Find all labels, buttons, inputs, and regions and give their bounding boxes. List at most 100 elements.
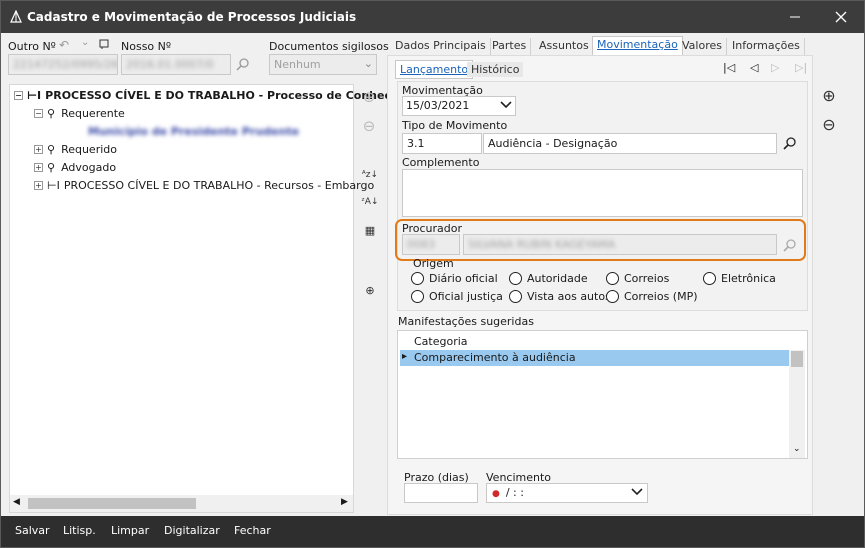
first-record-icon[interactable]: |◁ [723, 61, 735, 74]
scroll-thumb[interactable] [791, 351, 803, 367]
bookmark-icon[interactable] [99, 39, 109, 50]
horizontal-scrollbar[interactable]: ◀ ▶ [10, 495, 353, 512]
salvar-button[interactable]: Salvar [15, 524, 50, 537]
digitalizar-button[interactable]: Digitalizar [164, 524, 220, 537]
chevron-down-icon[interactable] [631, 488, 643, 496]
tree-item-advogado[interactable]: + ⚲ Advogado [34, 159, 116, 175]
sigilosos-select[interactable]: Nenhum ⌄ [269, 54, 377, 75]
last-record-icon[interactable]: ▷| [795, 61, 807, 74]
scroll-right-icon[interactable]: ▶ [341, 497, 348, 507]
movimentacao-date-field[interactable]: 15/03/2021 [402, 96, 516, 116]
outro-value: 22147252/0995/260494 [13, 58, 118, 71]
person-icon: ⚲ [47, 160, 56, 174]
process-tree[interactable]: − ⊢I PROCESSO CÍVEL E DO TRABALHO - Proc… [9, 84, 406, 513]
manifestacoes-label: Manifestações sugeridas [398, 315, 534, 328]
litisp-button[interactable]: Litisp. [63, 524, 96, 537]
tree-item-root[interactable]: − ⊢I PROCESSO CÍVEL E DO TRABALHO - Proc… [14, 87, 406, 103]
window-title: Cadastro e Movimentação de Processos Jud… [27, 10, 357, 24]
radio-correios-mp[interactable] [606, 290, 619, 303]
nosso-field[interactable]: 2016.01.0007/0 [121, 54, 231, 75]
procurador-name-field[interactable]: SILVANA RUBIN KAGEYAMA [463, 234, 777, 255]
origem-option-label: Diário oficial [429, 272, 498, 285]
scroll-left-icon[interactable]: ◀ [13, 497, 20, 507]
collapse-icon[interactable]: − [34, 108, 43, 118]
sort-az-icon[interactable]: ᴬz↓ [361, 166, 379, 184]
vencimento-value: / : : [505, 486, 524, 499]
expand-icon[interactable]: + [34, 144, 43, 154]
search-icon[interactable] [783, 238, 797, 252]
tipo-code-value: 3.1 [407, 137, 425, 150]
scroll-down-icon[interactable]: ⌄ [793, 444, 801, 454]
tab-dados-principais[interactable]: Dados Principais [391, 38, 491, 55]
radio-diario-oficial[interactable] [411, 272, 424, 285]
procurador-code-value: 0083 [407, 238, 435, 251]
tab-valores[interactable]: Valores [678, 38, 727, 55]
chevron-down-icon[interactable] [500, 101, 512, 109]
search-icon[interactable] [236, 57, 250, 71]
expand-icon[interactable]: + [34, 162, 43, 172]
grid-row-selected[interactable]: ▸ Comparecimento à audiência [400, 350, 789, 366]
manifestacoes-grid[interactable]: Categoria ▸ Comparecimento à audiência ⌄ [397, 330, 808, 459]
tab-informacoes[interactable]: Informações [728, 38, 805, 55]
vertical-scrollbar[interactable]: ⌄ [789, 350, 805, 458]
limpar-button[interactable]: Limpar [111, 524, 149, 537]
process-icon: ⊢I [47, 178, 60, 192]
tree-item-municipio[interactable]: Município de Presidente Prudente [88, 123, 299, 139]
remove-icon[interactable]: ⊖ [360, 117, 378, 135]
prev-record-icon[interactable]: ◁ [750, 61, 758, 74]
row-pointer-icon: ▸ [402, 351, 408, 362]
tree-item-requerente[interactable]: − ⚲ Requerente [34, 105, 125, 121]
grid-row-label: Comparecimento à audiência [414, 351, 576, 364]
radio-correios[interactable] [606, 272, 619, 285]
tree-item-label: Requerido [61, 142, 117, 156]
required-icon: ● [492, 489, 500, 499]
tree-item-label: PROCESSO CÍVEL E DO TRABALHO - Processo … [45, 88, 407, 102]
movimentacao-date-value: 15/03/2021 [406, 99, 470, 112]
vencimento-field[interactable]: ● / : : [486, 483, 648, 503]
tipo-desc-field[interactable]: Audiência - Designação [483, 133, 777, 154]
add-icon[interactable]: ⊕ [820, 86, 838, 105]
prazo-field[interactable] [404, 483, 478, 503]
outro-field[interactable]: 22147252/0995/260494 [8, 54, 118, 75]
expand-icon[interactable]: + [34, 180, 43, 190]
scroll-thumb[interactable] [28, 498, 196, 509]
sigilosos-label: Documentos sigilosos [269, 40, 389, 53]
sort-za-icon[interactable]: ᶻA↓ [361, 193, 379, 211]
fechar-button[interactable]: Fechar [234, 524, 271, 537]
next-record-icon[interactable]: ▷ [771, 61, 779, 74]
radio-autoridade[interactable] [509, 272, 522, 285]
close-button[interactable] [818, 1, 864, 33]
main-window: Cadastro e Movimentação de Processos Jud… [0, 0, 865, 548]
remove-icon[interactable]: ⊖ [820, 115, 838, 134]
chevron-down-icon[interactable]: ⌄ [81, 37, 89, 48]
subtab-lancamento[interactable]: Lançamento [395, 60, 474, 79]
complemento-textarea[interactable] [402, 169, 803, 217]
title-bar: Cadastro e Movimentação de Processos Jud… [1, 1, 864, 33]
procurador-name-value: SILVANA RUBIN KAGEYAMA [468, 238, 616, 251]
sigilosos-value: Nenhum [274, 58, 321, 71]
calendar-sort-icon[interactable]: ▦ [361, 221, 379, 239]
tree-item-recursos[interactable]: + ⊢I PROCESSO CÍVEL E DO TRABALHO - Recu… [34, 177, 374, 193]
tab-movimentacao[interactable]: Movimentação [592, 36, 683, 55]
origem-option-label: Correios (MP) [624, 290, 698, 303]
undo-icon[interactable]: ↶ [59, 38, 69, 52]
process-icon: ⊢I [27, 88, 42, 102]
add-filter-icon[interactable]: ⊕ [361, 281, 379, 299]
add-icon[interactable]: ⊕ [360, 88, 378, 106]
tree-item-requerido[interactable]: + ⚲ Requerido [34, 141, 117, 157]
tab-assuntos[interactable]: Assuntos [535, 38, 594, 55]
subtab-historico[interactable]: Histórico [467, 62, 524, 77]
minimize-button[interactable] [772, 1, 818, 33]
collapse-icon[interactable]: − [14, 90, 23, 100]
procurador-code-field[interactable]: 0083 [402, 234, 460, 255]
tree-item-label: Advogado [61, 160, 117, 174]
origem-option-label: Eletrônica [721, 272, 776, 285]
person-icon: ⚲ [47, 142, 56, 156]
tab-partes[interactable]: Partes [488, 38, 532, 55]
tipo-code-field[interactable]: 3.1 [402, 133, 482, 154]
origem-option-label: Vista aos autos [527, 290, 611, 303]
search-icon[interactable] [783, 136, 797, 150]
radio-vista-aos-autos[interactable] [509, 290, 522, 303]
radio-eletronica[interactable] [703, 272, 716, 285]
radio-oficial-justica[interactable] [411, 290, 424, 303]
